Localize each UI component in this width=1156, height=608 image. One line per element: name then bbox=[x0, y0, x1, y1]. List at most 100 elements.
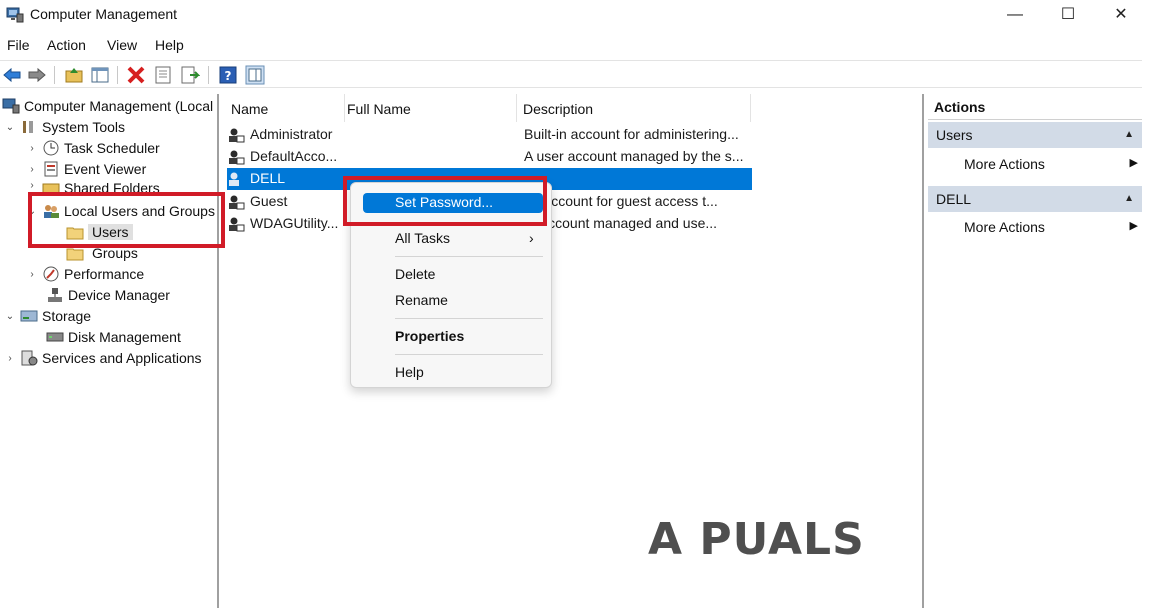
console-tree: Computer Management (Local ⌄ System Tool… bbox=[0, 94, 219, 608]
show-hide-action-pane-icon[interactable] bbox=[245, 65, 265, 85]
delete-icon[interactable] bbox=[126, 65, 146, 85]
tree-label: System Tools bbox=[42, 119, 125, 135]
menu-item-all-tasks[interactable]: All Tasks bbox=[395, 230, 450, 246]
submenu-arrow-icon: ▶ bbox=[1129, 220, 1138, 232]
chevron-down-icon[interactable]: ⌄ bbox=[4, 122, 16, 133]
disk-icon bbox=[46, 332, 64, 342]
more-actions-dell[interactable]: More Actions ▶ bbox=[964, 219, 1138, 235]
clock-icon bbox=[43, 140, 59, 156]
show-hide-tree-icon[interactable] bbox=[90, 65, 110, 85]
more-actions-label: More Actions bbox=[964, 156, 1045, 172]
menu-item-rename[interactable]: Rename bbox=[395, 292, 448, 308]
user-icon bbox=[229, 172, 239, 186]
menu-file[interactable]: File bbox=[7, 37, 30, 53]
computer-management-icon bbox=[2, 98, 20, 114]
tree-item-performance[interactable]: › Performance bbox=[26, 264, 144, 284]
tree-item-task-scheduler[interactable]: › Task Scheduler bbox=[26, 138, 160, 158]
chevron-right-icon[interactable]: › bbox=[26, 180, 38, 191]
menu-item-delete[interactable]: Delete bbox=[395, 266, 435, 282]
tree-item-event-viewer[interactable]: › Event Viewer bbox=[26, 159, 146, 179]
watermark-logo: A PUALS bbox=[648, 514, 865, 565]
column-header-name[interactable]: Name bbox=[231, 94, 345, 122]
menu-help[interactable]: Help bbox=[155, 37, 184, 53]
chevron-right-icon[interactable]: › bbox=[26, 164, 38, 175]
up-folder-icon[interactable] bbox=[64, 65, 84, 85]
help-icon[interactable]: ? bbox=[218, 65, 238, 85]
tree-label: Event Viewer bbox=[64, 161, 147, 177]
menu-item-properties[interactable]: Properties bbox=[395, 328, 464, 344]
user-icon bbox=[229, 150, 245, 165]
maximize-button[interactable]: ☐ bbox=[1051, 4, 1085, 26]
user-name: WDAGUtility... bbox=[250, 215, 339, 231]
tree-item-services-and-applications[interactable]: › Services and Applications bbox=[4, 348, 202, 368]
actions-section-users[interactable]: Users ▲ bbox=[928, 122, 1142, 148]
tree-item-storage[interactable]: ⌄ Storage bbox=[4, 306, 91, 326]
user-icon bbox=[229, 128, 245, 143]
table-row[interactable]: Administrator Built-in account for admin… bbox=[227, 124, 752, 146]
menu-bar: File Action View Help bbox=[0, 34, 1156, 56]
close-button[interactable]: ✕ bbox=[1104, 4, 1138, 26]
user-name: Administrator bbox=[250, 126, 333, 142]
tree-label: Storage bbox=[42, 308, 92, 324]
export-list-icon[interactable] bbox=[180, 65, 200, 85]
user-description: Built-in account for administering... bbox=[524, 126, 739, 142]
user-description: er account managed and use... bbox=[524, 215, 718, 231]
section-label: Users bbox=[936, 127, 973, 143]
user-name: DefaultAcco... bbox=[250, 148, 338, 164]
title-bar: Computer Management — ☐ ✕ bbox=[0, 0, 1156, 32]
user-name: Guest bbox=[250, 193, 288, 209]
device-manager-icon bbox=[48, 288, 62, 302]
menu-action[interactable]: Action bbox=[47, 37, 86, 53]
actions-pane: Actions Users ▲ More Actions ▶ DELL ▲ Mo… bbox=[928, 94, 1142, 608]
chevron-right-icon[interactable]: › bbox=[4, 353, 16, 364]
tree-item-shared-folders[interactable]: › Shared Folders bbox=[26, 180, 160, 192]
collapse-up-icon[interactable]: ▲ bbox=[1124, 193, 1134, 204]
column-header-full-name[interactable]: Full Name bbox=[347, 94, 517, 122]
properties-icon[interactable] bbox=[153, 65, 173, 85]
user-description: A user account managed by the s... bbox=[524, 148, 744, 164]
tools-icon bbox=[23, 121, 33, 133]
table-row[interactable]: DefaultAcco... A user account managed by… bbox=[227, 146, 752, 168]
more-actions-users[interactable]: More Actions ▶ bbox=[964, 156, 1138, 172]
tree-item-computer-management[interactable]: Computer Management (Local bbox=[2, 96, 213, 116]
shared-folder-icon bbox=[42, 183, 60, 192]
menu-view[interactable]: View bbox=[107, 37, 137, 53]
svg-text:?: ? bbox=[225, 69, 232, 83]
chevron-right-icon: › bbox=[529, 230, 534, 246]
actions-title: Actions bbox=[928, 94, 1142, 120]
tree-label: Computer Management (Local bbox=[24, 98, 214, 114]
more-actions-label: More Actions bbox=[964, 219, 1045, 235]
column-header-description[interactable]: Description bbox=[523, 94, 751, 122]
computer-management-icon bbox=[6, 7, 24, 23]
tree-item-system-tools[interactable]: ⌄ System Tools bbox=[4, 117, 125, 137]
event-viewer-icon bbox=[44, 161, 58, 177]
minimize-button[interactable]: — bbox=[998, 4, 1032, 26]
tree-label: Disk Management bbox=[68, 329, 181, 345]
tree-label: Device Manager bbox=[68, 287, 170, 303]
chevron-down-icon[interactable]: ⌄ bbox=[4, 311, 16, 322]
services-icon bbox=[21, 350, 38, 366]
chevron-right-icon[interactable]: › bbox=[26, 269, 38, 280]
tree-label: Shared Folders bbox=[64, 180, 160, 192]
user-icon bbox=[229, 195, 245, 210]
submenu-arrow-icon: ▶ bbox=[1129, 157, 1138, 169]
tree-item-disk-management[interactable]: Disk Management bbox=[46, 327, 181, 347]
tree-item-device-manager[interactable]: Device Manager bbox=[46, 285, 170, 305]
tree-label: Task Scheduler bbox=[64, 140, 160, 156]
tree-label: Performance bbox=[64, 266, 145, 282]
highlight-box-set-password bbox=[343, 176, 547, 226]
performance-icon bbox=[43, 266, 59, 282]
chevron-right-icon[interactable]: › bbox=[26, 143, 38, 154]
collapse-up-icon[interactable]: ▲ bbox=[1124, 129, 1134, 140]
user-icon bbox=[229, 217, 245, 232]
window-title: Computer Management bbox=[30, 6, 178, 22]
highlight-box-local-users bbox=[28, 192, 225, 248]
actions-section-dell[interactable]: DELL ▲ bbox=[928, 186, 1142, 212]
menu-item-help[interactable]: Help bbox=[395, 364, 424, 380]
tree-label: Services and Applications bbox=[42, 350, 202, 366]
storage-icon bbox=[20, 310, 38, 322]
section-label: DELL bbox=[936, 191, 972, 207]
user-description: -in account for guest access t... bbox=[524, 193, 718, 209]
back-icon[interactable] bbox=[2, 65, 22, 85]
forward-icon[interactable] bbox=[27, 65, 47, 85]
